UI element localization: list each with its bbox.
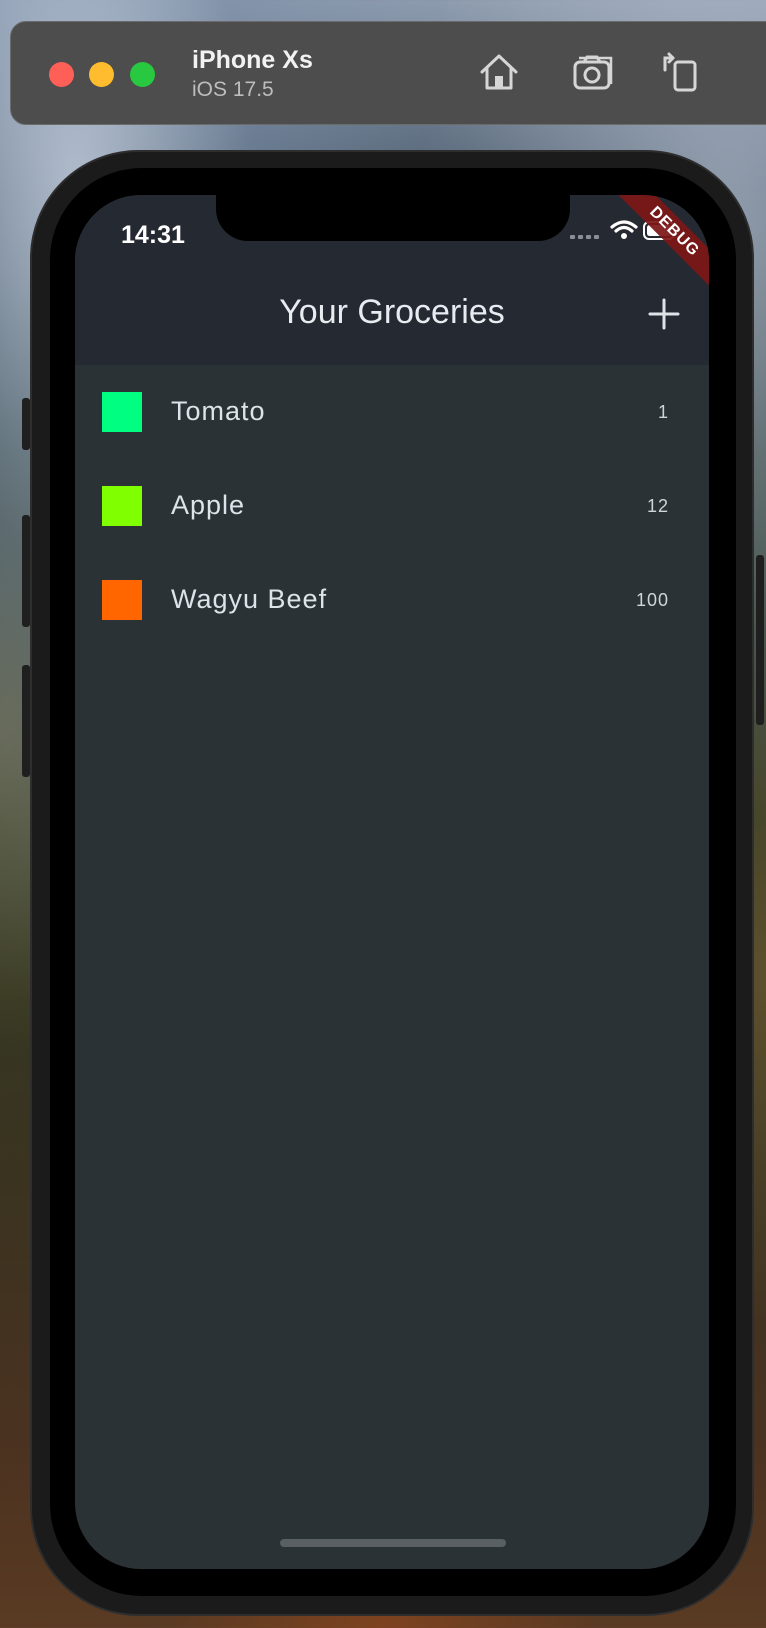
list-item[interactable]: Tomato 1: [75, 365, 709, 459]
volume-up-button: [22, 515, 30, 627]
power-button: [756, 555, 764, 725]
silent-switch: [22, 398, 30, 450]
list-item[interactable]: Wagyu Beef 100: [75, 553, 709, 647]
close-window-button[interactable]: [49, 62, 74, 87]
grocery-name: Apple: [171, 490, 246, 520]
screenshot-icon[interactable]: [571, 50, 615, 94]
grocery-name: Tomato: [171, 396, 266, 426]
grocery-quantity: 100: [635, 590, 669, 610]
device-os-version: iOS 17.5: [192, 78, 274, 101]
grocery-quantity: 12: [646, 496, 669, 516]
home-indicator[interactable]: [280, 1539, 506, 1547]
rotate-icon[interactable]: [659, 50, 703, 94]
category-color-swatch: [102, 486, 142, 526]
phone-screen: 14:31 Your Groceries DEBUG Tomato 1 Appl…: [75, 195, 709, 1569]
notch: [216, 195, 570, 241]
minimize-window-button[interactable]: [89, 62, 114, 87]
category-color-swatch: [102, 580, 142, 620]
zoom-window-button[interactable]: [130, 62, 155, 87]
cellular-icon: [570, 235, 599, 239]
grocery-list: Tomato 1 Apple 12 Wagyu Beef 100: [75, 365, 709, 647]
add-icon[interactable]: [644, 294, 684, 334]
simulator-title-bar: iPhone Xs iOS 17.5: [10, 21, 766, 125]
wifi-icon: [610, 220, 638, 239]
status-time: 14:31: [121, 221, 185, 249]
volume-down-button: [22, 665, 30, 777]
grocery-name: Wagyu Beef: [171, 584, 328, 614]
home-icon[interactable]: [477, 50, 521, 94]
page-title: Your Groceries: [279, 293, 505, 331]
category-color-swatch: [102, 392, 142, 432]
app-bar: 14:31 Your Groceries DEBUG: [75, 195, 709, 365]
device-name: iPhone Xs: [192, 46, 313, 74]
list-item[interactable]: Apple 12: [75, 459, 709, 553]
grocery-quantity: 1: [657, 402, 669, 422]
